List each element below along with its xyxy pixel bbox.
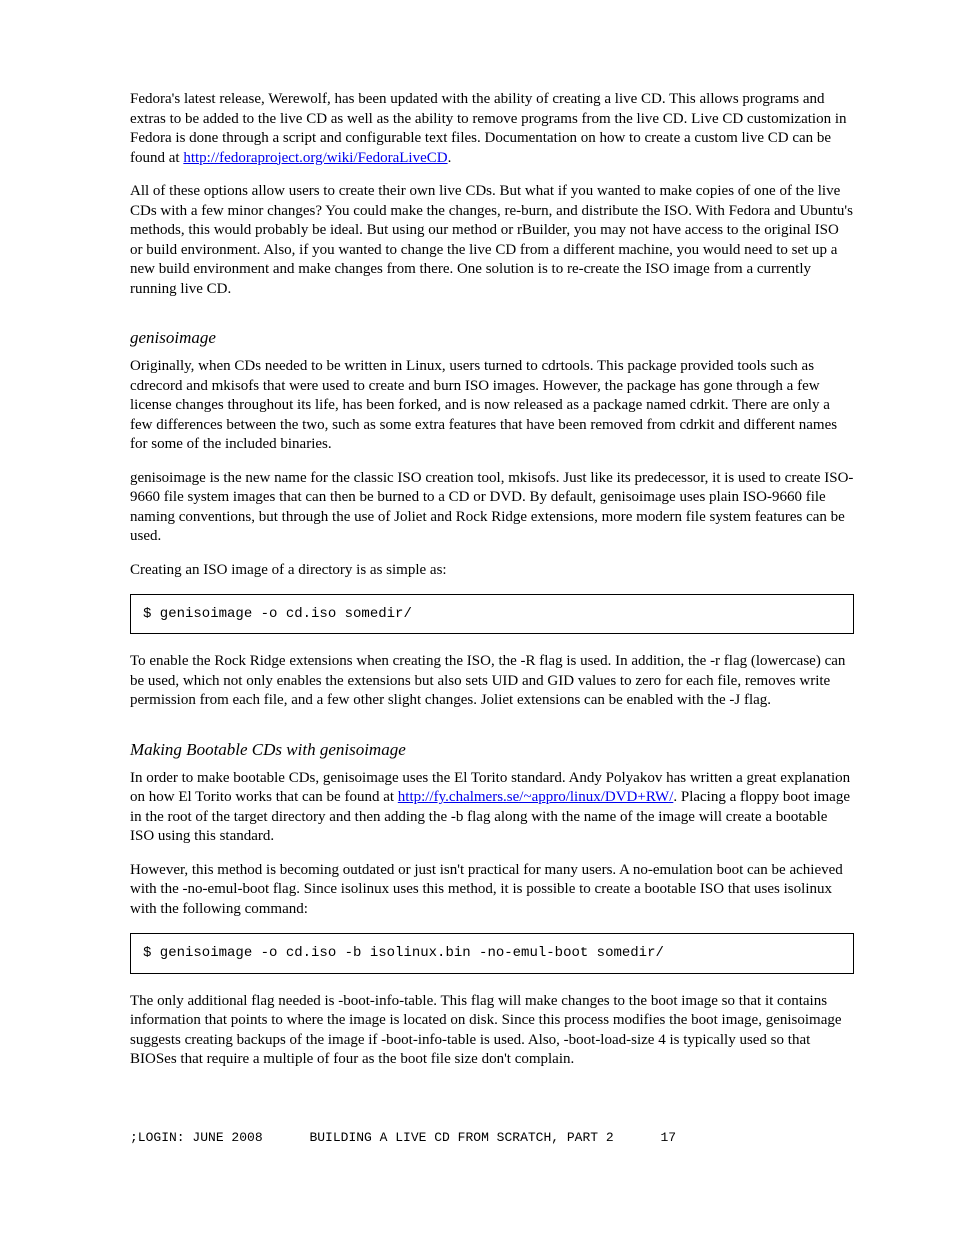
code-block-genisoimage-basic: $ genisoimage -o cd.iso somedir/ [130, 594, 854, 634]
footer-left: ;LOGIN: JUNE 2008 [130, 1130, 263, 1145]
paragraph-rockridge: To enable the Rock Ridge extensions when… [130, 652, 854, 711]
paragraph-eltorito: In order to make bootable CDs, genisoima… [130, 769, 854, 847]
code-block-genisoimage-boot: $ genisoimage -o cd.iso -b isolinux.bin … [130, 933, 854, 973]
text: . [448, 150, 452, 166]
link-chalmers[interactable]: http://fy.chalmers.se/~appro/linux/DVD+R… [398, 789, 674, 805]
paragraph-outdated: However, this method is becoming outdate… [130, 861, 854, 920]
paragraph-simple-as: Creating an ISO image of a directory is … [130, 561, 854, 581]
footer-center: BUILDING A LIVE CD FROM SCRATCH, PART 2 [309, 1130, 613, 1145]
link-fedora-livecd[interactable]: http://fedoraproject.org/wiki/FedoraLive… [183, 150, 447, 166]
paragraph-cdrtools: Originally, when CDs needed to be writte… [130, 357, 854, 455]
heading-genisoimage: genisoimage [130, 327, 854, 349]
paragraph-fedora: Fedora's latest release, Werewolf, has b… [130, 90, 854, 168]
paragraph-genisoimage-desc: genisoimage is the new name for the clas… [130, 469, 854, 547]
paragraph-options: All of these options allow users to crea… [130, 182, 854, 299]
heading-bootable: Making Bootable CDs with genisoimage [130, 739, 854, 761]
footer-right: 17 [661, 1130, 677, 1145]
page-footer: ;LOGIN: JUNE 2008 BUILDING A LIVE CD FRO… [130, 1130, 854, 1147]
paragraph-bootinfotable: The only additional flag needed is -boot… [130, 992, 854, 1070]
